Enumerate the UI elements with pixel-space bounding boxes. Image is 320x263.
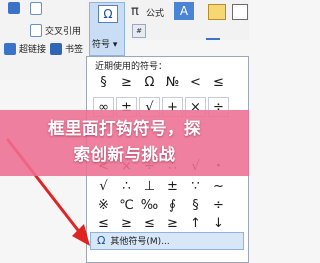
banner-line-2: 索创新与挑战 [73, 145, 176, 164]
title-banner: 框里面打钩符号，探 索创新与挑战 [0, 110, 249, 176]
banner-line-1: 框里面打钩符号，探 [48, 119, 201, 138]
banner-title: 框里面打钩符号，探 索创新与挑战 [0, 116, 249, 168]
